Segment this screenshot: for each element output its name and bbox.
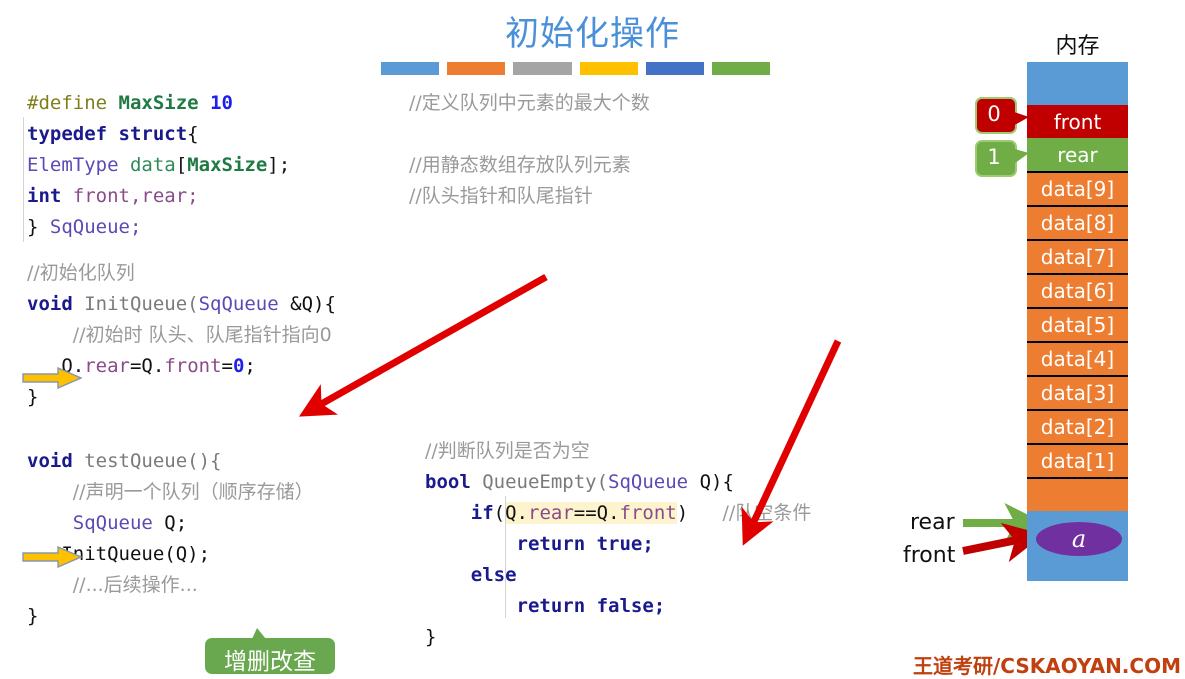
token-assign: =	[221, 355, 233, 377]
token-paren-open: (	[493, 502, 506, 524]
token-empty-close-brace: }	[425, 626, 437, 648]
token-if: if	[470, 502, 494, 524]
title-bar-segment	[381, 62, 440, 75]
queue-element-ellipse: a	[1034, 520, 1124, 558]
memory-cell-data8: data[8]	[1027, 205, 1128, 239]
token-bracket-open: [	[175, 154, 188, 176]
token-sqqueue-typename: SqQueue;	[49, 216, 142, 238]
comment-line: //定义队列中元素的最大个数	[409, 92, 650, 114]
page-title: 初始化操作	[505, 14, 680, 54]
token-empty-param: Q){	[688, 471, 734, 493]
callout-front-value: 0	[987, 101, 1001, 126]
memory-cell-data6: data[6]	[1027, 273, 1128, 307]
comment-more-ops: //...后续操作...	[72, 574, 198, 596]
callout-front-tail	[1011, 111, 1029, 127]
token-rear-1: rear	[84, 355, 130, 377]
token-struct: struct	[118, 123, 188, 145]
token-elemtype: ElemType	[27, 154, 119, 176]
comment-line: //队头指针和队尾指针	[409, 185, 593, 207]
memory-cell-data5: data[5]	[1027, 307, 1128, 341]
token-brace-open: {	[187, 123, 199, 145]
memory-cell-data7: data[7]	[1027, 239, 1128, 273]
comment-column-struct: //定义队列中元素的最大个数 //用静态数组存放队列元素 //队头指针和队尾指针	[409, 88, 650, 212]
token-sqqueue-empty-type: SqQueue	[608, 471, 689, 493]
memory-cell-data4: data[4]	[1027, 341, 1128, 375]
title-bar-segment	[513, 62, 572, 75]
token-param-ref: &Q){	[278, 293, 336, 315]
token-testqueue-name: testQueue(){	[72, 450, 222, 472]
green-callout-bubble: 增删改查	[205, 628, 335, 675]
token-init-close-brace: }	[27, 386, 39, 408]
token-void: void	[27, 293, 73, 315]
code-block-queue-empty: //判断队列是否为空 bool QueueEmpty(SqQueue Q){ i…	[425, 436, 811, 653]
token-eq-q-dot: =Q.	[129, 355, 165, 377]
callout-rear-value: 1	[987, 144, 1001, 169]
token-int: int	[27, 185, 62, 207]
memory-cell-empty	[1027, 62, 1128, 105]
token-void-test: void	[27, 450, 73, 472]
yellow-arrow-icon	[22, 546, 82, 568]
token-else: else	[470, 564, 517, 586]
token-ten: 10	[210, 92, 233, 114]
token-data: data	[129, 154, 176, 176]
memory-cell-data9: data[9]	[1027, 171, 1128, 205]
memory-cell-front: front	[1027, 105, 1128, 138]
token-bracket-close: ];	[267, 154, 291, 176]
code-block-struct-definition: #define MaxSize 10 typedef struct{ ElemT…	[23, 88, 291, 243]
token-zero: 0	[232, 355, 245, 377]
callout-text: 增删改查	[224, 649, 316, 675]
token-test-close-brace: }	[27, 605, 39, 627]
comment-empty-condition: //队空条件	[722, 502, 812, 524]
token-define: #define	[27, 92, 108, 114]
comment-line: //用静态数组存放队列元素	[409, 154, 631, 176]
token-cond-q2: Q.	[596, 502, 620, 524]
comment-queue-empty: //判断队列是否为空	[425, 440, 590, 462]
token-sqqueue-param-type: SqQueue	[198, 293, 279, 315]
token-queueempty-name: QueueEmpty(	[470, 471, 609, 493]
token-call-initqueue: InitQueue(Q);	[61, 543, 211, 565]
token-maxsize: MaxSize	[118, 92, 199, 114]
memory-cell-data1: data[1]	[1027, 443, 1128, 477]
red-arrow-to-init-statement	[298, 273, 548, 417]
title-underline-bars	[381, 62, 771, 75]
memory-cell-rear: rear	[1027, 138, 1128, 171]
title-bar-segment	[711, 62, 771, 75]
red-arrow-front-pointer	[962, 522, 1044, 563]
code-block-test-queue: void testQueue(){ //声明一个队列（顺序存储） SqQueue…	[27, 446, 314, 632]
watermark: 王道考研/CSKAOYAN.COM	[913, 654, 1181, 678]
token-initqueue-name: InitQueue(	[72, 293, 199, 315]
title-bar-segment	[645, 62, 704, 75]
token-paren-close: )	[676, 502, 689, 524]
yellow-arrow-icon	[22, 367, 82, 389]
memory-cell-empty	[1027, 477, 1128, 511]
memory-diagram-label: 内存	[1055, 34, 1100, 59]
comment-declare-queue: //声明一个队列（顺序存储）	[72, 481, 314, 503]
token-cond-q1: Q.	[505, 502, 528, 524]
memory-column: front rear data[9] data[8] data[7] data[6] dat…	[1027, 62, 1128, 581]
comment-init-queue: //初始化队列	[27, 262, 135, 284]
pointer-label-rear: rear	[910, 510, 955, 535]
code-block-init-queue: //初始化队列 void InitQueue(SqQueue &Q){ //初始…	[27, 258, 336, 413]
memory-cell-data2: data[2]	[1027, 409, 1128, 443]
token-var-q: Q;	[152, 512, 188, 534]
memory-cell-data3: data[3]	[1027, 375, 1128, 409]
pointer-label-front: front	[903, 543, 956, 568]
comment-init-pointers: //初始时 队头、队尾指针指向0	[72, 324, 332, 346]
callout-rear-tail	[1011, 148, 1029, 166]
token-front-rear-fields: front,rear;	[72, 185, 199, 207]
token-sqqueue-local-type: SqQueue	[72, 512, 153, 534]
token-bool: bool	[425, 471, 471, 493]
title-bar-segment	[579, 62, 638, 75]
token-return-true: return true;	[516, 533, 654, 555]
token-cond-eq: ==	[573, 502, 597, 524]
token-semicolon: ;	[244, 355, 256, 377]
token-return-false: return false;	[516, 595, 666, 617]
token-front-1: front	[164, 355, 222, 377]
token-typedef: typedef	[27, 123, 108, 145]
token-cond-front: front	[619, 502, 677, 524]
token-brace-close: }	[27, 216, 50, 238]
title-bar-segment	[447, 62, 506, 75]
token-cond-rear: rear	[528, 502, 574, 524]
token-maxsize-ref: MaxSize	[187, 154, 268, 176]
